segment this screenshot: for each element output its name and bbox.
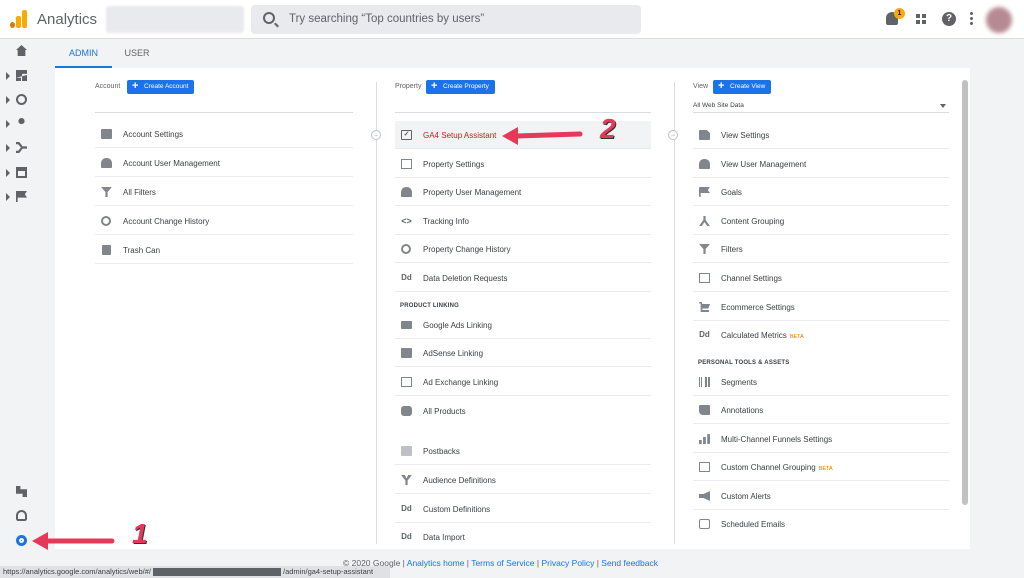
step-2-label: 2	[600, 113, 616, 144]
arrow-to-ga4	[502, 127, 583, 145]
arrow-to-admin	[32, 532, 115, 550]
step-1-label: 1	[132, 518, 148, 549]
annotation-arrows	[32, 127, 583, 550]
